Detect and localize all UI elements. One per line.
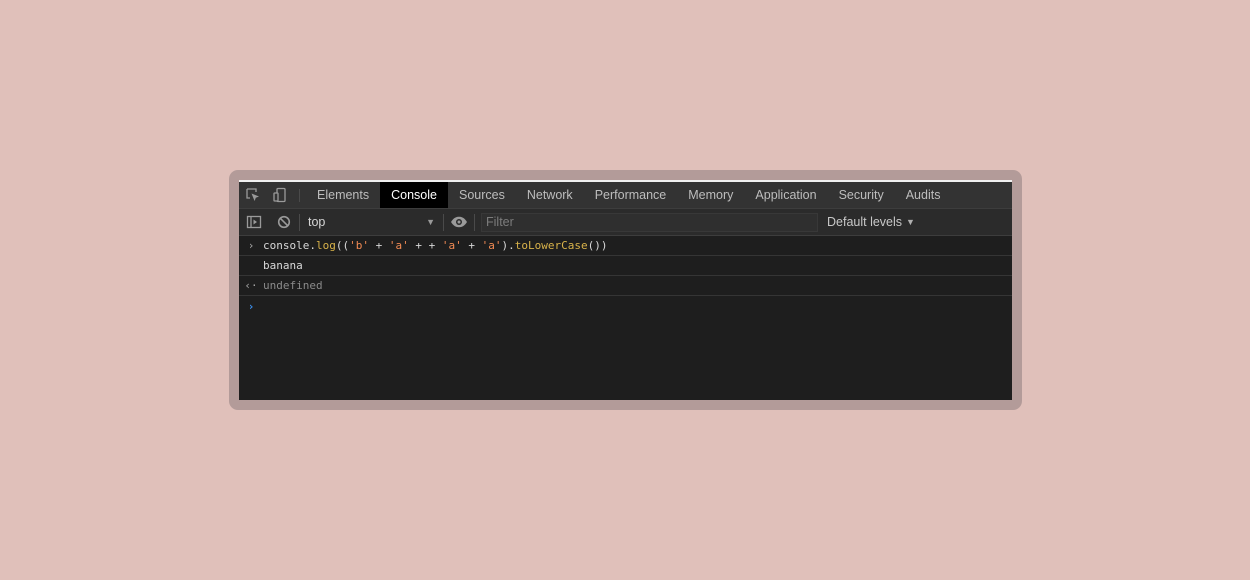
return-arrow-icon: ‹·	[244, 279, 258, 292]
code-token: ())	[587, 239, 608, 252]
code-token: toLowerCase	[514, 239, 588, 252]
tab-sources[interactable]: Sources	[448, 182, 516, 208]
tab-memory[interactable]: Memory	[677, 182, 744, 208]
top-edge-line	[239, 180, 1012, 182]
context-selector[interactable]: top ▼	[300, 209, 443, 236]
log-levels-dropdown[interactable]: Default levels ▼	[827, 215, 915, 229]
console-toolbar: top ▼ Default levels ▼	[239, 209, 1012, 236]
inspect-element-icon[interactable]	[239, 182, 266, 208]
show-sidebar-icon[interactable]	[239, 209, 269, 236]
code-token: ((	[335, 239, 350, 252]
code-token: 'a'	[388, 239, 409, 252]
input-chevron-icon: ›	[247, 239, 255, 252]
code-token: + +	[408, 239, 442, 252]
prompt-chevron-icon: ›	[247, 299, 255, 313]
devtools-panel: Elements Console Sources Network Perform…	[239, 180, 1012, 400]
code-token: 'a'	[441, 239, 462, 252]
clear-console-icon[interactable]	[269, 209, 299, 236]
console-input-line: › console.log(('b' + 'a' + + 'a' + 'a').…	[239, 236, 1012, 256]
console-return-value: undefined	[263, 279, 323, 292]
dropdown-arrow-icon: ▼	[906, 217, 915, 227]
filter-input[interactable]	[481, 212, 818, 232]
code-token: log	[315, 239, 336, 252]
console-prompt-line[interactable]: ›	[239, 296, 1012, 316]
console-log-output: banana	[263, 259, 303, 272]
devtools-tab-bar: Elements Console Sources Network Perform…	[239, 180, 1012, 209]
console-return-line: ‹· undefined	[239, 276, 1012, 296]
dropdown-arrow-icon: ▼	[426, 217, 435, 227]
context-selector-label: top	[308, 215, 326, 229]
tab-security[interactable]: Security	[828, 182, 895, 208]
tab-application[interactable]: Application	[744, 182, 827, 208]
console-input-code: console.log(('b' + 'a' + + 'a' + 'a').to…	[263, 239, 607, 252]
code-token: +	[461, 239, 482, 252]
code-token: +	[368, 239, 389, 252]
console-log-line: banana	[239, 256, 1012, 276]
tab-console[interactable]: Console	[380, 182, 448, 208]
tabbar-separator	[299, 189, 300, 202]
code-token: ).	[501, 239, 515, 252]
toolbar-separator	[474, 213, 475, 231]
tab-audits[interactable]: Audits	[895, 182, 952, 208]
code-token: console.	[263, 239, 316, 252]
log-levels-label: Default levels	[827, 215, 903, 229]
console-output[interactable]: › console.log(('b' + 'a' + + 'a' + 'a').…	[239, 236, 1012, 400]
device-toolbar-icon[interactable]	[266, 182, 293, 208]
code-token: 'b'	[349, 239, 369, 252]
tab-elements[interactable]: Elements	[306, 182, 380, 208]
code-token: 'a'	[481, 239, 502, 252]
tab-network[interactable]: Network	[516, 182, 584, 208]
tab-performance[interactable]: Performance	[584, 182, 678, 208]
live-expression-eye-icon[interactable]	[444, 209, 474, 236]
